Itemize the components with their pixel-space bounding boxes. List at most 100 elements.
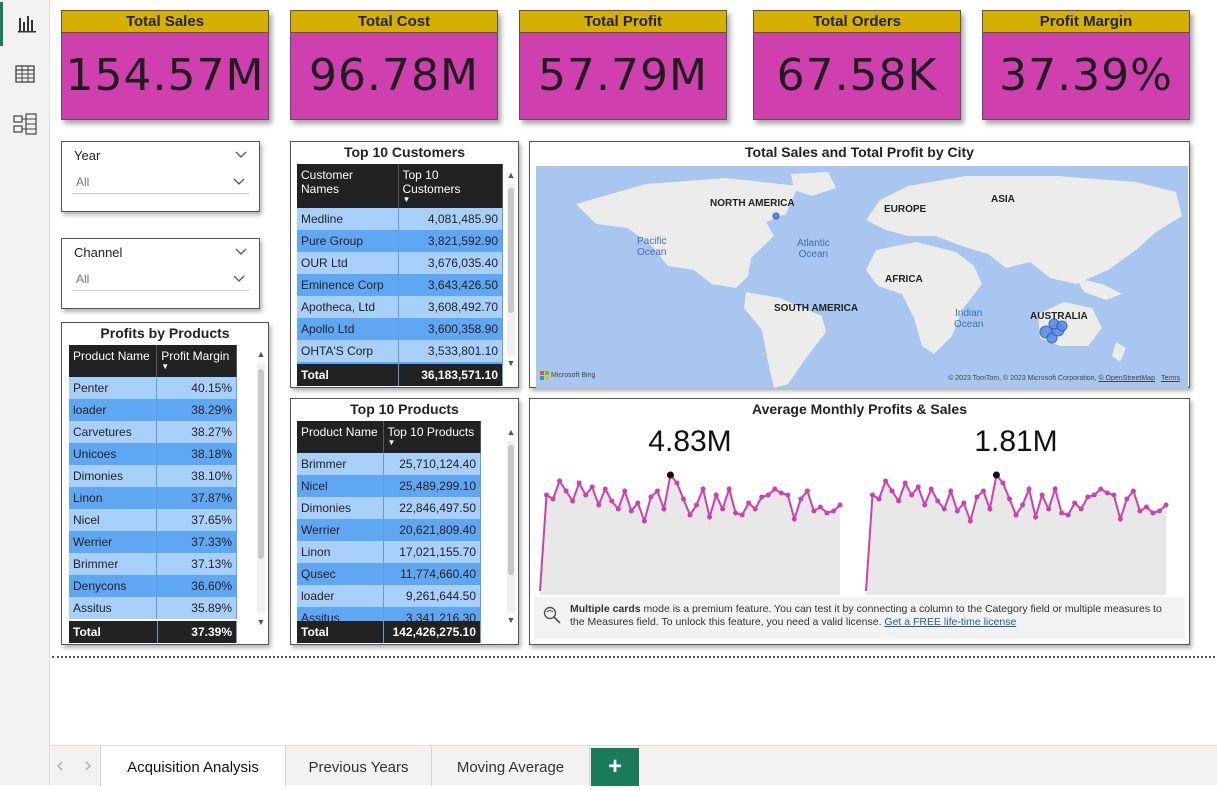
scrollbar[interactable] [257,363,265,613]
column-header[interactable]: Product Name [297,421,384,453]
scroll-down-icon[interactable]: ▼ [506,358,516,368]
sparkline-point [1046,506,1052,512]
table-row[interactable]: Denycons 36.60% [69,575,237,597]
cell-value: 3,643,426.50 [398,274,503,296]
table-row[interactable]: Brimmer 37.13% [69,553,237,575]
cell-value: 20,621,809.40 [383,519,481,541]
table-row[interactable]: Dimonies 38.10% [69,465,237,487]
table-row[interactable]: Assitus 35.89% [69,597,237,619]
scrollbar[interactable] [507,184,515,356]
slicer-dropdown[interactable]: All [72,170,249,194]
sparkline-point [980,488,986,494]
table-row[interactable]: Eminence Corp 3,643,426.50 [297,274,503,296]
add-page-button[interactable]: + [591,748,639,786]
scrollbar-thumb[interactable] [508,188,514,313]
table-icon [15,65,35,83]
sparkline-sales [865,471,1169,595]
slicer-year[interactable]: Year All [61,141,260,212]
table-viewport: Product Name Profit Margin ▼ Penter 40.15%… [69,345,237,643]
tab-moving-average[interactable]: Moving Average [432,746,590,786]
cell-value: 25,489,299.10 [383,475,481,497]
chevron-left-icon[interactable] [56,761,64,771]
table-row[interactable]: Werrier 37.33% [69,531,237,553]
city-bubble[interactable] [772,212,780,220]
map-canvas[interactable]: NORTH AMERICA EUROPE ASIA AFRICA SOUTH A… [536,166,1188,388]
column-header[interactable]: Product Name [69,345,158,377]
osm-link[interactable]: © OpenStreetMap [1098,375,1155,382]
sparkline-point [596,502,602,508]
card-total-sales[interactable]: Total Sales 154.57M [61,10,269,120]
column-header[interactable]: Top 10 Products ▼ [383,421,481,453]
card-profit-margin[interactable]: Profit Margin 37.39% [982,10,1190,120]
data-view-button[interactable] [0,52,50,96]
table-row[interactable]: Linon 37.87% [69,487,237,509]
table-row[interactable]: loader 38.29% [69,399,237,421]
cell-name: Linon [69,487,158,509]
card-total-profit[interactable]: Total Profit 57.79M [519,10,727,120]
sparkline-point [707,514,713,520]
table-row[interactable]: Pure Group 3,821,592.90 [297,230,503,252]
africa-shape [866,242,982,354]
monthly-multi-card[interactable]: Average Monthly Profits & Sales 4.83M 1.… [529,398,1190,645]
sales-profit-map[interactable]: Total Sales and Total Profit by City NOR… [529,141,1190,388]
sparkline-point [928,486,934,492]
scrollbar[interactable] [507,441,515,613]
chevron-down-icon[interactable] [235,151,247,159]
tab-acquisition-analysis[interactable]: Acquisition Analysis [100,746,286,786]
slicer-dropdown[interactable]: All [72,267,249,291]
table-row[interactable]: Linon 17,021,155.70 [297,541,481,563]
table-row[interactable]: Nicel 25,489,299.10 [297,475,481,497]
table-row[interactable]: Werrier 20,621,809.40 [297,519,481,541]
sparkline-point [804,488,810,494]
sparkline-point [1039,492,1045,498]
table-row[interactable]: Medline 4,081,485.90 [297,208,503,230]
slicer-channel[interactable]: Channel All [61,238,260,309]
terms-link[interactable]: Terms [1161,375,1180,382]
chevron-right-icon[interactable] [84,761,92,771]
scroll-down-icon[interactable]: ▼ [506,615,516,625]
north-america-shape [576,178,798,288]
scrollbar-thumb[interactable] [508,445,514,575]
scroll-up-icon[interactable]: ▲ [506,170,516,180]
column-header[interactable]: Top 10 Customers ▼ [398,164,503,208]
column-header[interactable]: Customer Names [297,164,399,208]
cell-name: Denycons [69,575,158,597]
license-link[interactable]: Get a FREE life-time license [884,616,1016,628]
table-row[interactable]: Qusec 11,774,660.40 [297,563,481,585]
card-total-orders[interactable]: Total Orders 67.58K [753,10,961,120]
table-row[interactable]: Dimonies 22,846,497.50 [297,497,481,519]
table-row[interactable]: Nicel 37.65% [69,509,237,531]
sparkline-point [961,500,967,506]
table-row[interactable]: loader 9,261,644.50 [297,585,481,607]
cell-name: Dimonies [297,497,384,519]
tab-previous-years[interactable]: Previous Years [286,746,432,786]
city-bubble[interactable] [1056,320,1068,332]
report-view-button[interactable] [0,2,50,46]
sparkline-point [1052,486,1058,492]
sparkline-point [687,512,693,518]
scroll-down-icon[interactable]: ▼ [256,617,266,627]
sparkline-point [889,488,895,494]
table-row[interactable]: Unicoes 38.18% [69,443,237,465]
panel-title: Profits by Products [100,325,230,341]
scroll-up-icon[interactable]: ▲ [256,349,266,359]
table-row[interactable]: Apollo Ltd 3,600,358.90 [297,318,503,340]
table-row[interactable]: Brimmer 25,710,124.40 [297,453,481,475]
column-header[interactable]: Profit Margin ▼ [156,345,237,377]
sparkline-point [635,500,641,506]
sparkline-point [824,510,830,516]
table-row[interactable]: Assitus 3,341,216.30 [297,607,481,621]
scroll-up-icon[interactable]: ▲ [506,427,516,437]
table-row[interactable]: Carvetures 38.27% [69,421,237,443]
card-total-cost[interactable]: Total Cost 96.78M [290,10,498,120]
table-total-row: Total 142,426,275.10 [297,621,481,643]
cell-name: Assitus [297,607,384,621]
chevron-down-icon[interactable] [235,248,247,256]
table-row[interactable]: OUR Ltd 3,676,035.40 [297,252,503,274]
table-row[interactable]: OHTA'S Corp 3,533,801.10 [297,340,503,362]
table-row[interactable]: Penter 40.15% [69,377,237,399]
model-view-button[interactable] [0,102,50,146]
table-row[interactable]: Apotheca, Ltd 3,608,492.70 [297,296,503,318]
scrollbar-thumb[interactable] [258,369,264,559]
sparkline-point [700,486,706,492]
